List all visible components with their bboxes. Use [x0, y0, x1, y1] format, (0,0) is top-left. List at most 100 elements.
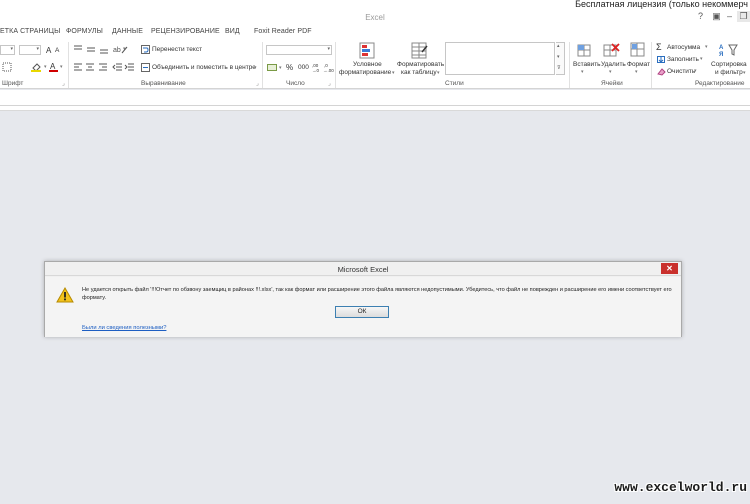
clear-dropdown-icon[interactable]: ▾ — [694, 68, 697, 74]
dialog-body: Не удается открыть файл '!!!Отчет по обз… — [45, 277, 681, 337]
insert-button[interactable]: Вставить — [573, 61, 601, 68]
thousands-button[interactable]: 000 — [298, 64, 309, 71]
insert-dropdown-icon[interactable]: ▾ — [581, 69, 584, 75]
merge-dropdown-icon[interactable]: ▾ — [254, 65, 257, 71]
format-as-table-button-line1[interactable]: Форматировать — [397, 61, 444, 68]
percent-button[interactable]: % — [286, 63, 293, 72]
help-icon[interactable]: ? — [694, 11, 707, 22]
format-button[interactable]: Формат — [627, 61, 650, 68]
number-launcher-icon[interactable]: ⌟ — [328, 80, 331, 87]
error-dialog: Microsoft Excel ✕ Не удается открыть фай… — [44, 261, 682, 337]
delete-dropdown-icon[interactable]: ▾ — [609, 69, 612, 75]
merge-center-icon[interactable] — [141, 63, 150, 72]
number-format-combo[interactable]: ▾ — [266, 45, 332, 55]
separator — [335, 42, 336, 88]
wrap-text-icon[interactable] — [141, 45, 150, 54]
tab-view[interactable]: ВИД — [225, 28, 240, 35]
tab-formulas[interactable]: ФОРМУЛЫ — [66, 28, 103, 35]
feedback-link[interactable]: Были ли сведения полезными? — [82, 325, 166, 331]
gallery-down-icon[interactable]: ▾ — [557, 54, 560, 60]
tab-foxit[interactable]: Foxit Reader PDF — [254, 28, 312, 35]
font-color-icon[interactable]: A — [49, 62, 59, 72]
orientation-icon[interactable]: ab — [113, 44, 129, 54]
tab-review[interactable]: РЕЦЕНЗИРОВАНИЕ — [151, 28, 220, 35]
minimize-icon[interactable]: – — [723, 11, 736, 22]
eraser-icon[interactable] — [657, 68, 666, 76]
svg-text:→,00: →,00 — [323, 68, 334, 72]
alignment-launcher-icon[interactable]: ⌟ — [256, 80, 259, 87]
separator — [569, 42, 570, 88]
fill-dropdown-icon[interactable]: ▾ — [44, 64, 47, 70]
merge-center-button[interactable]: Объединить и поместить в центре — [152, 64, 256, 71]
editing-group-label: Редактирование — [695, 80, 745, 87]
warning-icon — [56, 287, 74, 303]
orientation-dropdown-icon[interactable]: ▾ — [123, 46, 126, 52]
cell-styles-gallery[interactable] — [445, 42, 555, 75]
tab-data[interactable]: ДАННЫЕ — [112, 28, 143, 35]
decimal-icons[interactable]: ,00→0,0→,00 — [312, 62, 334, 72]
fill-dropdown-icon[interactable]: ▾ — [700, 56, 703, 62]
title-bar: Excel — [0, 10, 750, 26]
delete-button[interactable]: Удалить — [601, 61, 626, 68]
watermark: www.excelworld.ru — [614, 480, 747, 495]
font-size-combo[interactable]: ▾ — [19, 45, 41, 55]
ribbon-display-icon[interactable]: ▣ — [710, 11, 723, 22]
conditional-format-button-line1[interactable]: Условное — [353, 61, 382, 68]
wrap-text-button[interactable]: Перенести текст — [152, 46, 202, 53]
shrink-font-button[interactable]: A — [55, 47, 59, 54]
grow-font-button[interactable]: A — [46, 46, 51, 55]
dialog-message: Не удается открыть файл '!!!Отчет по обз… — [82, 287, 672, 301]
format-as-table-icon[interactable] — [411, 42, 429, 60]
delete-cells-icon[interactable] — [603, 42, 621, 58]
license-text: Бесплатная лицензия (только некоммерч — [575, 0, 748, 9]
vertical-align-icons[interactable] — [73, 45, 113, 54]
sort-filter-button-line1[interactable]: Сортировка — [711, 61, 747, 68]
ok-button[interactable]: ОК — [335, 306, 389, 318]
font-name-combo[interactable]: ▾ — [0, 45, 15, 55]
gallery-up-icon[interactable]: ▴ — [557, 43, 560, 49]
conditional-dropdown-icon[interactable]: ▾ — [392, 70, 395, 76]
gallery-more-icon[interactable]: ⊽ — [557, 65, 561, 71]
dialog-close-button[interactable]: ✕ — [661, 263, 678, 274]
license-bar: Бесплатная лицензия (только некоммерч — [0, 0, 750, 10]
format-as-table-button-line2[interactable]: как таблицу — [401, 69, 437, 76]
formula-bar-divider — [0, 106, 750, 111]
clear-button[interactable]: Очистить — [667, 68, 695, 75]
svg-text:→0: →0 — [312, 68, 320, 72]
currency-icon[interactable] — [267, 63, 279, 72]
gallery-scroll[interactable]: ▴ ▾ ⊽ — [556, 42, 565, 75]
separator — [68, 42, 69, 88]
tab-page-layout[interactable]: ЕТКА СТРАНИЦЫ — [0, 28, 60, 35]
ribbon-tabs: ЕТКА СТРАНИЦЫ ФОРМУЛЫ ДАННЫЕ РЕЦЕНЗИРОВА… — [0, 26, 750, 38]
restore-icon[interactable]: ❐ — [737, 11, 750, 22]
autosum-icon[interactable]: Σ — [656, 42, 662, 52]
currency-dropdown-icon[interactable]: ▾ — [279, 65, 282, 71]
sort-dropdown-icon[interactable]: ▾ — [743, 70, 746, 76]
separator — [651, 42, 652, 88]
sort-filter-icon[interactable]: A Я — [719, 42, 739, 58]
sort-filter-button-line2[interactable]: и фильтр — [715, 69, 743, 76]
conditional-format-button-line2[interactable]: форматирование — [339, 69, 391, 76]
format-table-dropdown-icon[interactable]: ▾ — [437, 70, 440, 76]
font-launcher-icon[interactable]: ⌟ — [62, 80, 65, 87]
fill-down-icon[interactable] — [657, 56, 666, 64]
autosum-button[interactable]: Автосумма — [667, 44, 700, 51]
ribbon: ▾ ▾ A A A ▾ ▾ Шрифт ⌟ ab ▾ Перенести тек… — [0, 38, 750, 89]
svg-text:A: A — [719, 45, 724, 51]
fill-button[interactable]: Заполнить — [667, 56, 699, 63]
styles-group-label: Стили — [445, 80, 464, 87]
indent-icons[interactable] — [112, 63, 136, 72]
horizontal-align-icons[interactable] — [73, 63, 113, 72]
format-dropdown-icon[interactable]: ▾ — [635, 69, 638, 75]
fill-color-icon[interactable] — [31, 62, 43, 72]
font-color-dropdown-icon[interactable]: ▾ — [60, 64, 63, 70]
format-cells-icon[interactable] — [630, 42, 646, 58]
font-group-label: Шрифт — [2, 80, 24, 87]
window-title: Excel — [365, 13, 385, 22]
formula-bar[interactable] — [0, 90, 750, 106]
insert-cells-icon[interactable] — [577, 42, 593, 58]
borders-icon[interactable] — [2, 62, 14, 72]
conditional-format-icon[interactable] — [359, 42, 377, 60]
svg-text:A: A — [50, 62, 56, 71]
autosum-dropdown-icon[interactable]: ▾ — [705, 44, 708, 50]
